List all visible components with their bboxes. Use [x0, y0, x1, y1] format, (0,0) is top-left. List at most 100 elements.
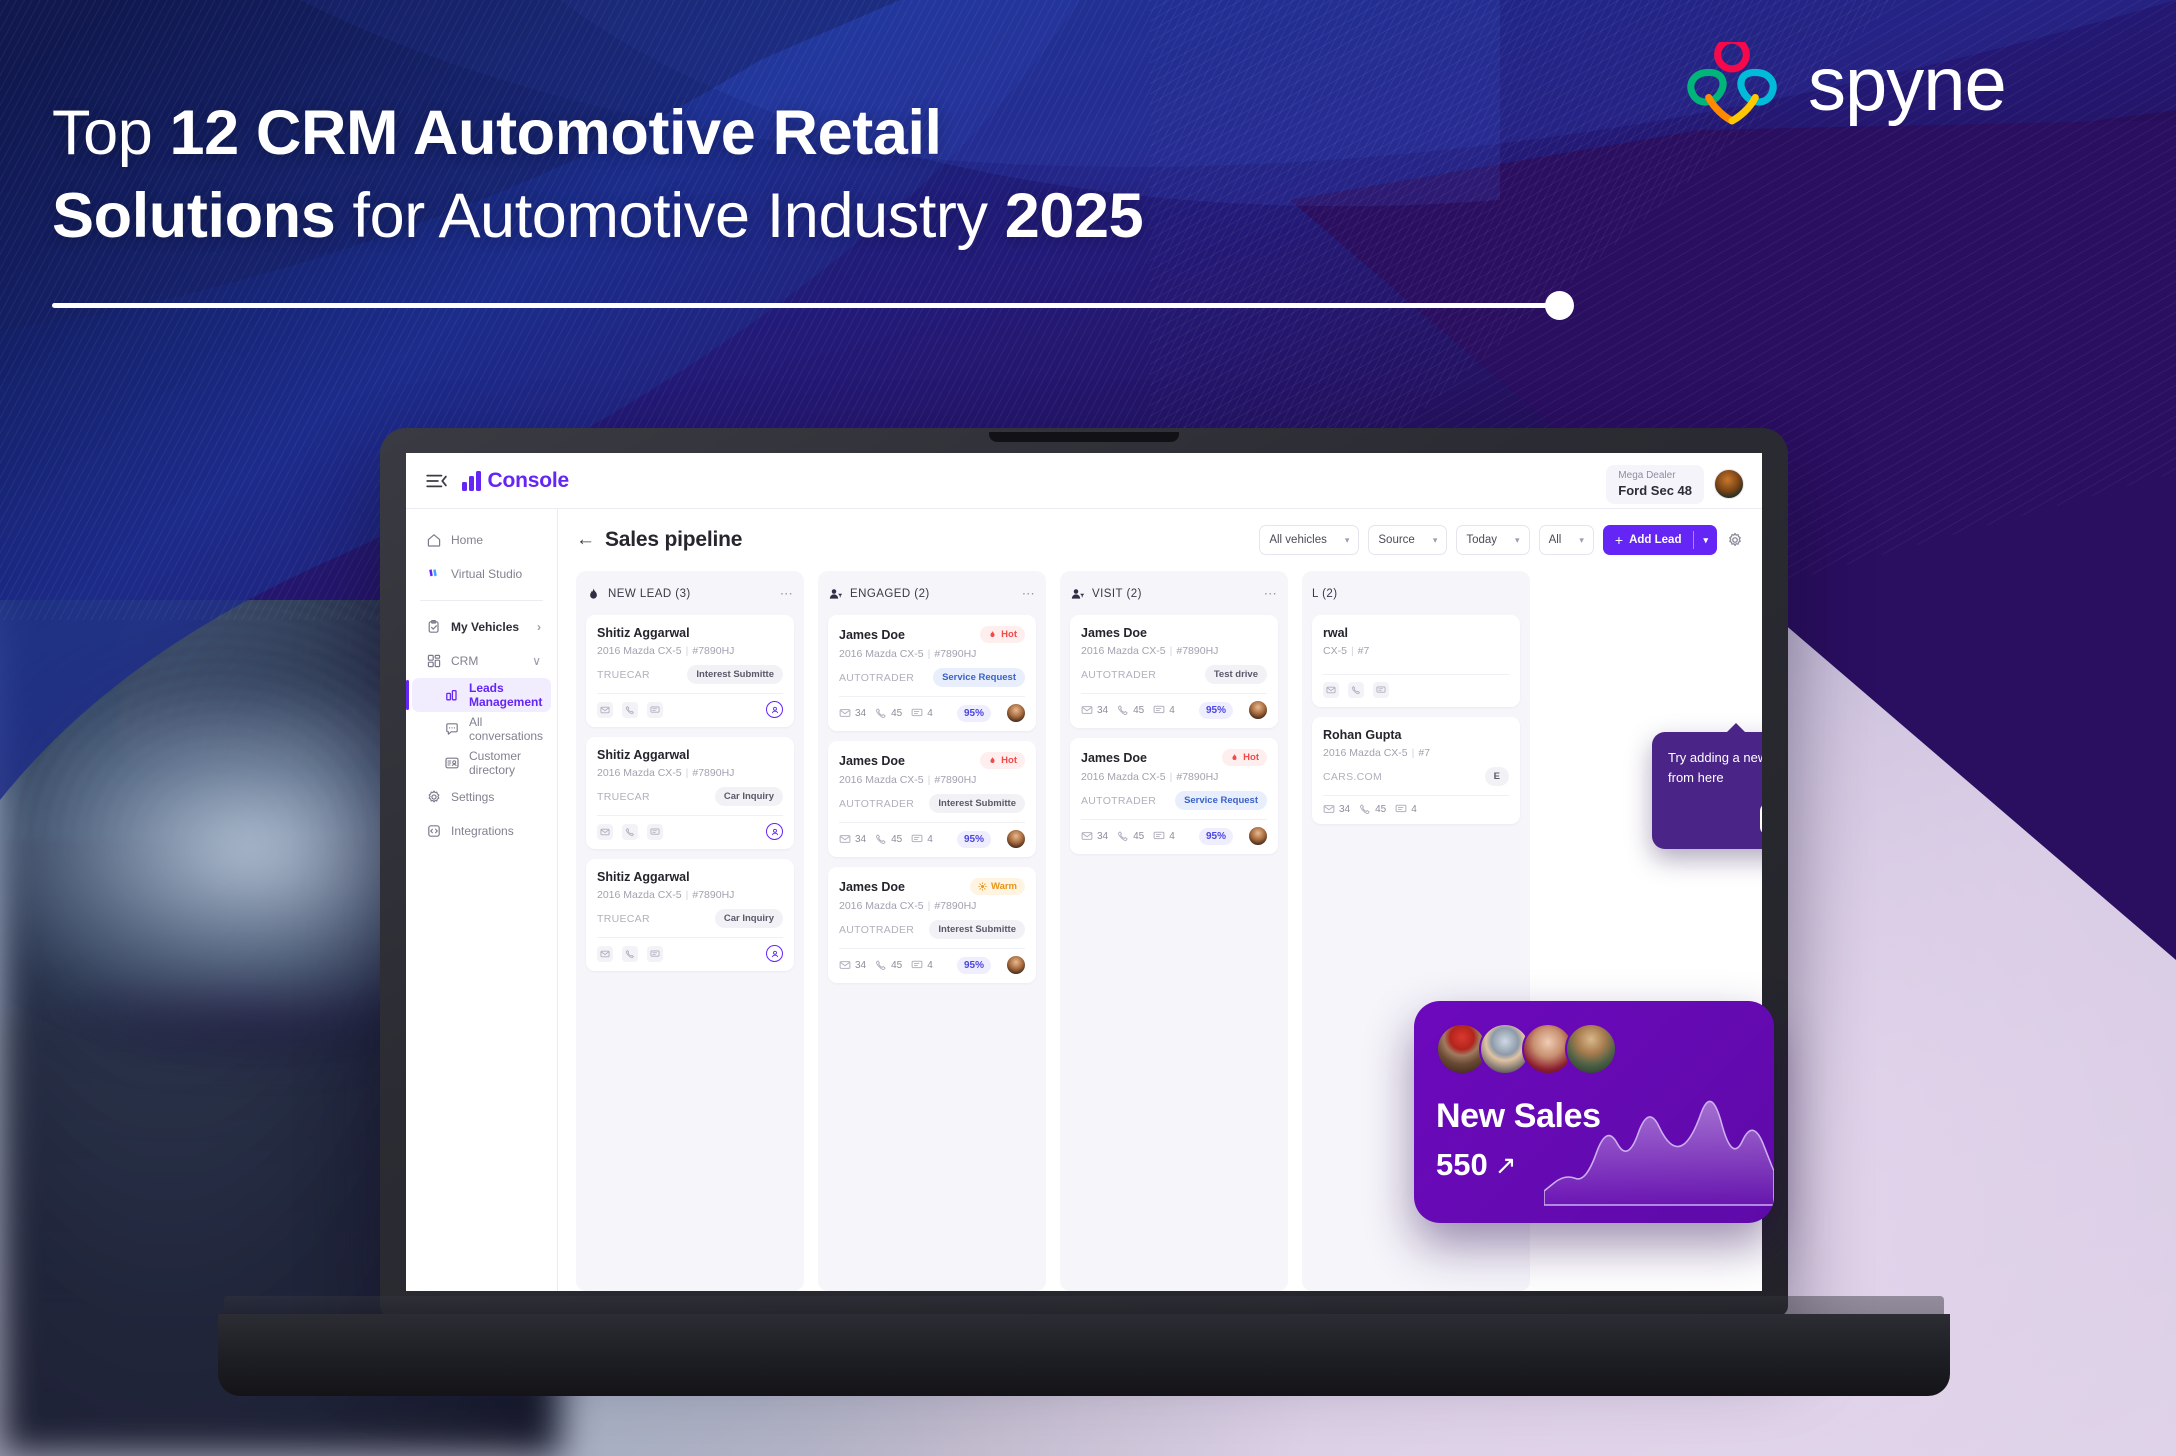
- assign-user-icon[interactable]: [766, 701, 783, 718]
- sidebar-item-my-vehicles[interactable]: My Vehicles ›: [412, 610, 551, 644]
- laptop-base: [218, 1314, 1950, 1396]
- lead-source: AUTOTRADER: [839, 797, 915, 810]
- stat-emails: 34: [839, 959, 866, 971]
- status-badge: Hot: [980, 626, 1025, 643]
- mail-icon[interactable]: [597, 823, 613, 840]
- grid-icon: [427, 654, 441, 668]
- sidebar-item-crm[interactable]: CRM ∨: [412, 644, 551, 678]
- lead-name: Shitiz Aggarwal: [597, 626, 690, 640]
- dealer-info: Mega Dealer Ford Sec 48: [1606, 465, 1704, 504]
- call-icon[interactable]: [1348, 682, 1364, 698]
- call-icon[interactable]: [622, 701, 638, 718]
- sidebar-item-integrations[interactable]: Integrations: [412, 814, 551, 848]
- score-badge: 95%: [956, 704, 991, 722]
- board-settings-icon[interactable]: [1726, 531, 1744, 549]
- mail-icon[interactable]: [597, 945, 613, 962]
- stat-emails: 34: [1081, 704, 1108, 716]
- message-icon[interactable]: [647, 945, 663, 962]
- avatar[interactable]: [1714, 469, 1744, 500]
- lead-vehicle: 2016 Mazda CX-5 | #7890HJ: [839, 648, 977, 660]
- column-menu-icon[interactable]: ⋯: [780, 586, 794, 602]
- sidebar-item-settings[interactable]: Settings: [412, 780, 551, 814]
- mail-icon: [839, 961, 851, 969]
- profile-area[interactable]: Mega Dealer Ford Sec 48: [1606, 465, 1744, 504]
- call-icon[interactable]: [622, 823, 638, 840]
- add-lead-dropdown-icon[interactable]: ▾: [1694, 535, 1717, 546]
- stat-calls: 45: [875, 833, 902, 845]
- integrations-icon: [428, 825, 440, 837]
- lead-vehicle: 2016 Mazda CX-5 | #7890HJ: [1081, 645, 1219, 657]
- lead-card[interactable]: James Doe Hot 2016 Mazda CX-5 | #7890HJ AU…: [1070, 738, 1278, 854]
- console-bars-icon: [462, 470, 481, 491]
- message-icon[interactable]: [1373, 682, 1389, 698]
- message-icon[interactable]: [647, 823, 663, 840]
- coachmark-tooltip: Try adding a new lead from here Next: [1652, 723, 1762, 849]
- filter-all[interactable]: All ▾: [1538, 525, 1594, 555]
- stat-emails: 34: [1081, 830, 1108, 842]
- filter-all-vehicles[interactable]: All vehicles ▾: [1259, 525, 1360, 555]
- sidebar-item-label: Settings: [451, 790, 495, 804]
- lead-card[interactable]: Shitiz Aggarwal 2016 Mazda CX-5 | #7890HJ …: [586, 737, 794, 849]
- sidebar-item-virtual-studio[interactable]: Virtual Studio: [412, 557, 551, 591]
- avatar[interactable]: [1007, 830, 1025, 848]
- assign-user-icon[interactable]: [766, 823, 783, 840]
- lead-card[interactable]: Rohan Gupta 2016 Mazda CX-5 | #7 CARS.COM …: [1312, 717, 1520, 824]
- divider: [1081, 693, 1267, 694]
- column-header: ENGAGED (2) ⋯: [828, 581, 1036, 607]
- coachmark-text: Try adding a new lead from here: [1668, 750, 1762, 785]
- filter-source[interactable]: Source ▾: [1368, 525, 1448, 555]
- avatar[interactable]: [1249, 701, 1267, 719]
- message-icon: [1153, 705, 1165, 714]
- add-lead-button[interactable]: + Add Lead ▾: [1602, 525, 1717, 555]
- sidebar-item-all-conversations[interactable]: All conversations: [412, 712, 551, 746]
- contact-card-icon: [445, 757, 459, 769]
- avatar[interactable]: [1007, 956, 1025, 974]
- lead-source: TRUECAR: [597, 668, 650, 681]
- lead-card[interactable]: Shitiz Aggarwal 2016 Mazda CX-5 | #7890HJ …: [586, 859, 794, 971]
- lead-card[interactable]: James Doe Hot 2016 Mazda CX-5 | #7890HJ AU…: [828, 615, 1036, 731]
- filter-date[interactable]: Today ▾: [1456, 525, 1530, 555]
- avatar[interactable]: [1007, 704, 1025, 722]
- lead-status-chip: Interest Submitte: [929, 794, 1025, 813]
- sidebar-item-customer-directory[interactable]: Customer directory: [412, 746, 551, 780]
- stat-calls: 45: [875, 707, 902, 719]
- app-topbar: Console Mega Dealer Ford Sec 48: [406, 453, 1762, 509]
- message-icon[interactable]: [647, 701, 663, 718]
- mail-icon[interactable]: [597, 701, 613, 718]
- chevron-down-icon: ▾: [1579, 534, 1584, 545]
- sidebar-item-label: Integrations: [451, 824, 514, 838]
- sidebar-item-home[interactable]: Home: [412, 523, 551, 557]
- console-wordmark: Console: [487, 468, 570, 492]
- stat-emails: 34: [839, 833, 866, 845]
- mail-icon[interactable]: [1323, 682, 1339, 698]
- lead-card[interactable]: rwal CX-5 | #7: [1312, 615, 1520, 707]
- sidebar-item-leads-management[interactable]: Leads Management: [406, 678, 551, 712]
- coachmark-next-button[interactable]: Next: [1760, 803, 1762, 835]
- column-title: NEW LEAD (3): [608, 588, 691, 600]
- chat-icon: [446, 723, 458, 735]
- column-menu-icon[interactable]: ⋯: [1264, 586, 1278, 602]
- sidebar-item-label: Leads Management: [469, 681, 543, 709]
- column-menu-icon[interactable]: ⋯: [1022, 586, 1036, 602]
- dealer-subtitle: Mega Dealer: [1618, 470, 1676, 481]
- lead-card[interactable]: James Doe Warm 2016 Mazda CX-5 | #7890HJ A…: [828, 867, 1036, 983]
- score-badge: 95%: [956, 830, 991, 848]
- message-icon: [911, 834, 923, 843]
- back-icon[interactable]: ←: [576, 529, 595, 551]
- lead-vehicle: 2016 Mazda CX-5 | #7890HJ: [839, 900, 977, 912]
- call-icon[interactable]: [622, 945, 638, 962]
- collapse-sidebar-icon[interactable]: [426, 473, 448, 489]
- avatar[interactable]: [1249, 827, 1267, 845]
- card-footer: 34 45 4 95%: [839, 704, 1025, 722]
- lead-card[interactable]: James Doe Hot 2016 Mazda CX-5 | #7890HJ AU…: [828, 741, 1036, 857]
- lead-card[interactable]: Shitiz Aggarwal 2016 Mazda CX-5 | #7890HJ …: [586, 615, 794, 727]
- message-icon: [1395, 804, 1407, 813]
- message-icon: [1153, 831, 1165, 840]
- person-filter-icon: [1071, 588, 1085, 599]
- console-logo[interactable]: Console: [462, 469, 569, 493]
- stat-emails: 34: [839, 707, 866, 719]
- lead-card[interactable]: James Doe 2016 Mazda CX-5 | #7890HJ AUTOTR…: [1070, 615, 1278, 728]
- tooltip-arrow-icon: [1726, 723, 1746, 733]
- assign-user-icon[interactable]: [766, 945, 783, 962]
- lead-vehicle: 2016 Mazda CX-5 | #7890HJ: [839, 774, 977, 786]
